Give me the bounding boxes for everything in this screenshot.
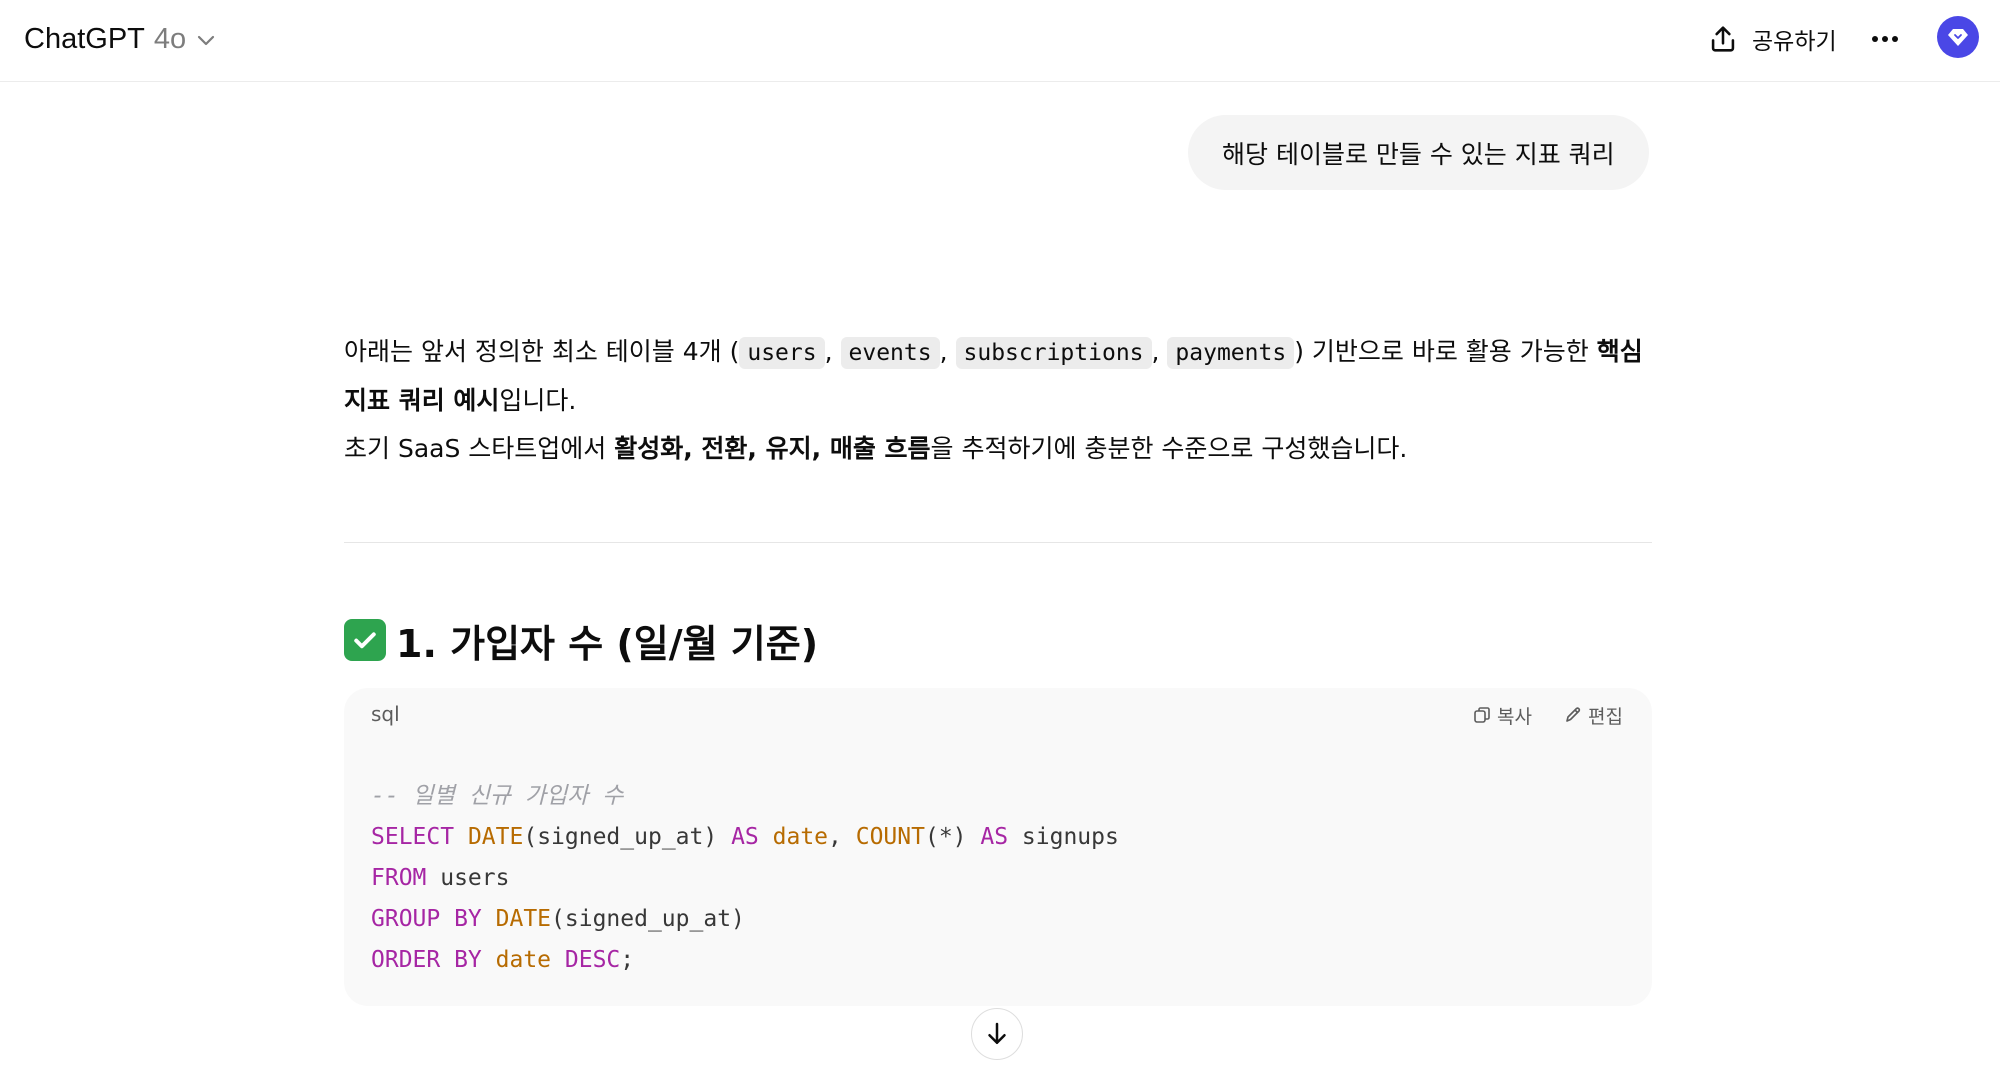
code-function: date xyxy=(772,824,829,850)
top-bar: ChatGPT 4o 공유하기 xyxy=(0,0,2000,82)
code-language-label: sql xyxy=(371,702,400,726)
app-name: ChatGPT xyxy=(24,22,145,55)
code-text: (signed_up_at) xyxy=(551,906,745,932)
code-keyword: GROUP BY xyxy=(371,906,482,932)
code-text: (*) xyxy=(924,824,981,850)
code-function: COUNT xyxy=(855,824,925,850)
code-function: date xyxy=(495,947,552,973)
code-keyword: AS xyxy=(731,824,759,850)
model-version: 4o xyxy=(153,22,187,55)
code-function: DATE xyxy=(495,906,552,932)
intro-after-tables: ) 기반으로 바로 활용 가능한 xyxy=(1294,337,1597,366)
code-function: DATE xyxy=(467,824,524,850)
intro-end: 입니다. xyxy=(499,386,577,415)
code-text: ; xyxy=(620,947,635,973)
code-keyword: FROM xyxy=(371,865,427,891)
copy-label: 복사 xyxy=(1497,705,1532,728)
code-comment: -- 일별 신규 가입자 수 xyxy=(371,783,624,809)
section-divider xyxy=(344,542,1652,543)
code-text: users xyxy=(426,865,510,891)
code-text: (signed_up_at) xyxy=(523,824,732,850)
section-heading: 1. 가입자 수 (일/월 기준) xyxy=(344,612,818,668)
inline-code-payments: payments xyxy=(1167,337,1295,369)
copy-code-button[interactable]: 복사 xyxy=(1472,700,1532,730)
check-mark-emoji xyxy=(344,619,386,661)
edit-code-button[interactable]: 편집 xyxy=(1563,700,1623,730)
code-block: sql 복사 편집 -- 일별 신규 가입자 수 SELECT DATE(sig… xyxy=(344,688,1652,1006)
copy-icon xyxy=(1474,707,1490,723)
code-text: signups xyxy=(1008,824,1119,850)
inline-code-subscriptions: subscriptions xyxy=(955,337,1152,369)
share-upload-icon xyxy=(1711,26,1735,52)
user-message-text: 해당 테이블로 만들 수 있는 지표 쿼리 xyxy=(1222,139,1615,169)
share-label: 공유하기 xyxy=(1752,29,1837,55)
line2-bold: 활성화, 전환, 유지, 매출 흐름 xyxy=(614,434,931,463)
code-text: , xyxy=(828,824,856,850)
share-button[interactable]: 공유하기 xyxy=(1694,16,1849,62)
edit-label: 편집 xyxy=(1588,705,1623,728)
code-content: -- 일별 신규 가입자 수 SELECT DATE(signed_up_at)… xyxy=(371,776,1119,981)
pencil-icon xyxy=(1566,707,1581,722)
more-options-button[interactable] xyxy=(1862,16,1908,62)
code-keyword: SELECT xyxy=(371,824,455,850)
code-keyword: ORDER BY xyxy=(371,947,482,973)
diamond-avatar-icon xyxy=(1948,29,1968,46)
chevron-down-icon xyxy=(198,35,215,46)
arrow-down-icon xyxy=(988,1022,1006,1044)
user-avatar[interactable] xyxy=(1937,16,1979,58)
section-heading-text: 1. 가입자 수 (일/월 기준) xyxy=(396,621,819,666)
scroll-to-bottom-button[interactable] xyxy=(971,1008,1023,1060)
intro-prefix: 아래는 앞서 정의한 최소 테이블 4개 ( xyxy=(344,337,740,366)
inline-code-users: users xyxy=(739,337,825,369)
line2-end: 을 추적하기에 충분한 수준으로 구성했습니다. xyxy=(930,434,1408,463)
answer-intro: 아래는 앞서 정의한 최소 테이블 4개 (users, events, sub… xyxy=(344,337,1643,463)
line2-prefix: 초기 SaaS 스타트업에서 xyxy=(344,434,615,463)
more-dots-icon xyxy=(1872,36,1898,42)
code-keyword: AS xyxy=(980,824,1009,850)
model-selector[interactable]: ChatGPT 4o xyxy=(14,16,228,62)
assistant-answer: 아래는 앞서 정의한 최소 테이블 4개 (users, events, sub… xyxy=(344,328,1652,473)
user-message-bubble: 해당 테이블로 만들 수 있는 지표 쿼리 xyxy=(1188,115,1649,190)
code-keyword: DESC xyxy=(564,947,621,973)
inline-code-events: events xyxy=(840,337,940,369)
